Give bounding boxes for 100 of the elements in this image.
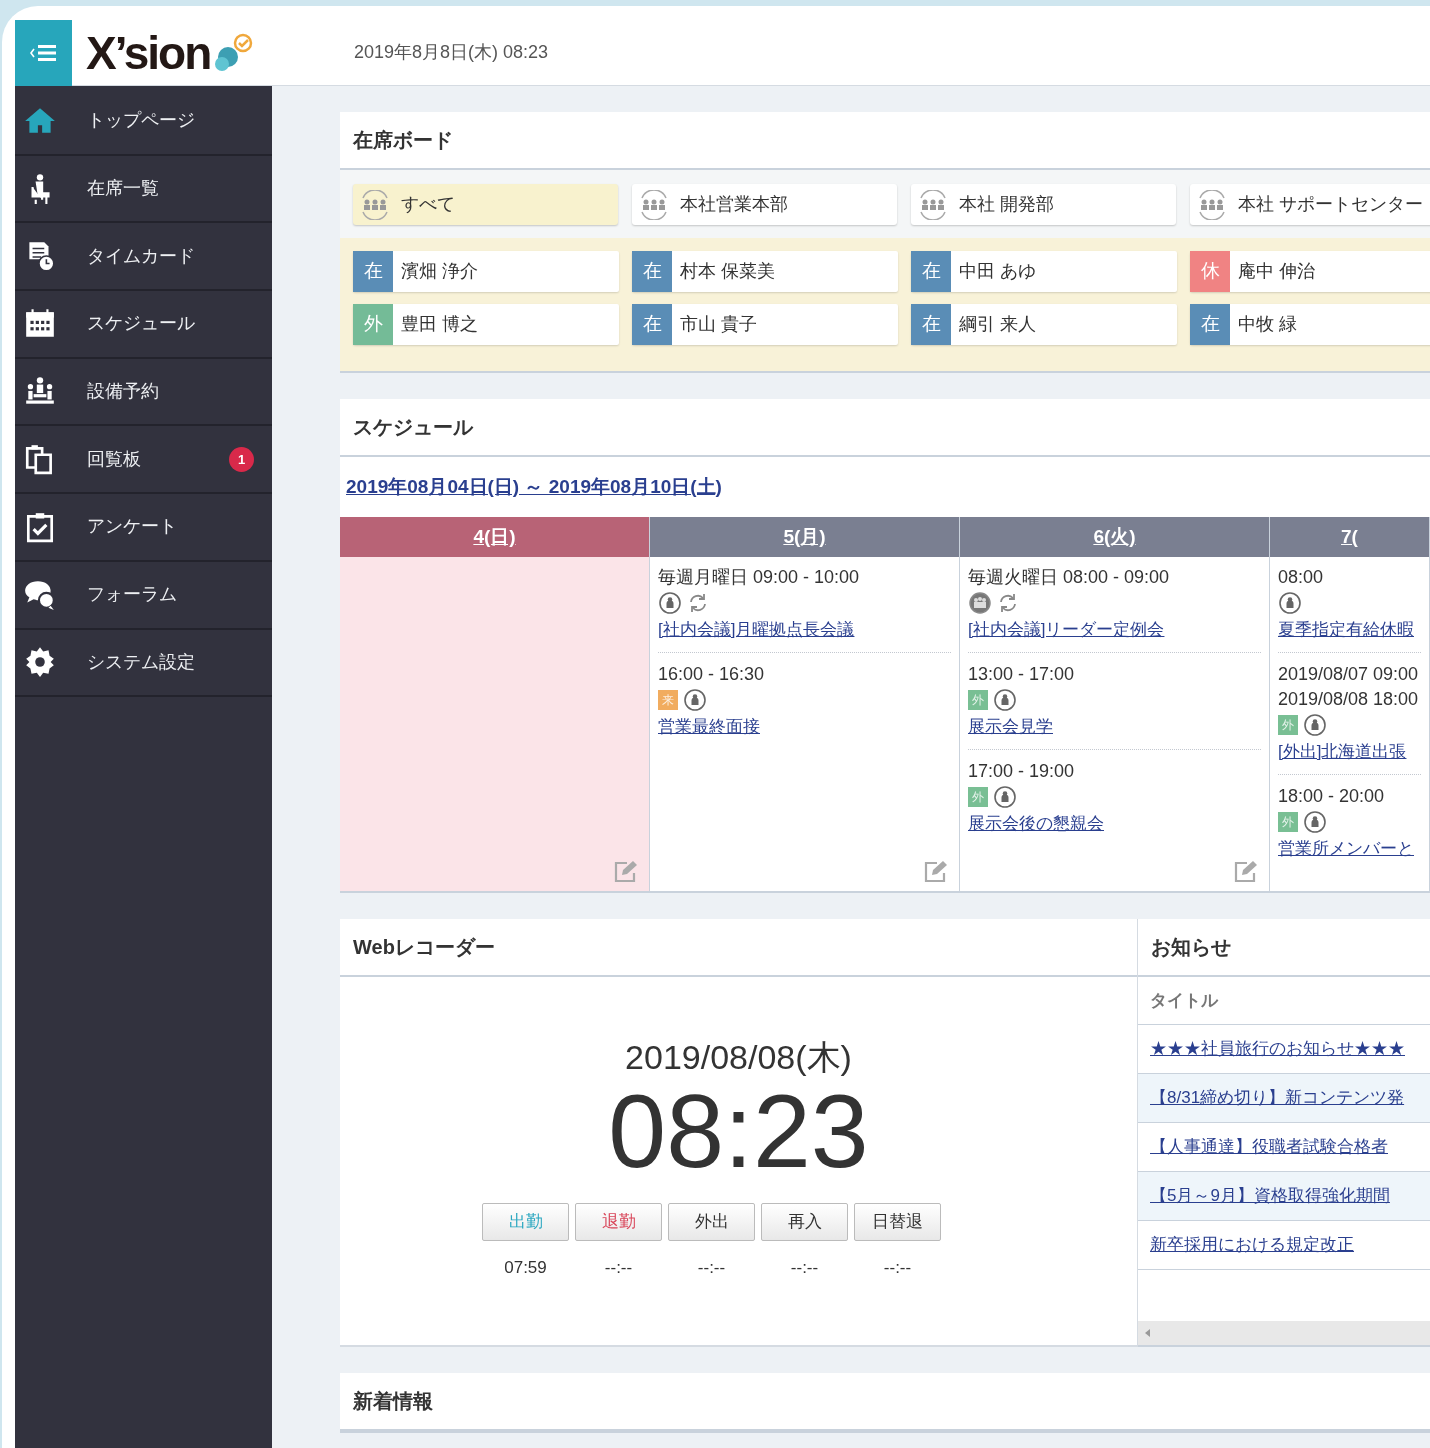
event-link[interactable]: [社内会議]リーダー定例会 [968,616,1261,644]
repeat-icon [687,592,709,614]
sidebar-item[interactable]: システム設定 [15,629,272,698]
panel-title: スケジュール [353,415,473,440]
day-link[interactable]: 7( [1341,522,1358,552]
count-badge: 1 [229,446,254,472]
sidebar-item[interactable]: タイムカード [15,223,272,292]
edit-button[interactable] [1233,859,1259,883]
person-icon [683,688,707,712]
recorder-clock: 08:23 [608,1081,869,1181]
panel-title: お知らせ [1151,935,1231,960]
member-card[interactable]: 休 庵中 伸治 [1190,251,1430,292]
member-name: 中田 あゆ [959,260,1036,283]
date-range-link[interactable]: 2019年08月04日(日) ～ 2019年08月10日(土) [346,472,722,502]
notice-link[interactable]: 新卒採用における規定改正 [1150,1232,1354,1258]
sidebar-item[interactable]: アンケート [15,494,272,562]
event-tag: 来 [658,690,678,710]
event-time: 18:00 - 20:00 [1278,785,1386,808]
current-datetime: 2019年8月8日(木) 08:23 [354,41,549,64]
panel-title: Webレコーダー [353,935,495,960]
punch-button[interactable]: 退勤 [575,1203,662,1241]
group-tab[interactable]: すべて [353,184,618,225]
punch-time: 07:59 [504,1257,547,1279]
member-card[interactable]: 在 中牧 緑 [1190,304,1430,345]
member-card[interactable]: 外 豊田 博之 [353,304,619,345]
column-header: タイトル [1150,989,1218,1012]
punch-button[interactable]: 外出 [668,1203,755,1241]
sidebar-item[interactable]: スケジュール [15,291,272,359]
sidebar-item[interactable]: トップページ [15,88,272,156]
logo-wordmark: X’sion [86,29,211,76]
edit-icon [613,859,639,883]
group-tab[interactable]: 本社 サポートセンター [1190,184,1430,225]
punch-button[interactable]: 再入 [761,1203,848,1241]
repeat-icon [997,592,1019,614]
menu-button[interactable] [15,19,72,86]
status-label: 在 [911,304,951,345]
event-time: 08:00 [1278,566,1325,589]
event-link[interactable]: 営業最終面接 [658,713,951,741]
member-card[interactable]: 在 市山 貴子 [632,304,898,345]
event-tag: 外 [968,690,988,710]
group-tab[interactable]: 本社営業本部 [632,184,897,225]
panel-title: 新着情報 [353,1389,433,1414]
status-label: 在 [632,251,672,292]
event-time: 2019/08/08 18:00 [1278,688,1420,711]
person-icon [658,591,682,615]
day-link[interactable]: 4(日) [473,522,516,552]
scroll-left-icon [1144,1328,1152,1338]
member-name: 市山 貴子 [680,313,757,336]
status-label: 外 [353,304,393,345]
event-tag: 外 [1278,812,1298,832]
member-name: 濱畑 浄介 [401,260,478,283]
edit-button[interactable] [613,859,639,883]
event-link[interactable]: 夏季指定有給休暇 [1278,616,1421,644]
punch-time: --:-- [790,1257,819,1279]
punch-time: --:-- [883,1257,912,1279]
person-icon [1278,591,1302,615]
punch-button[interactable]: 日替退 [854,1203,941,1241]
edit-button[interactable] [923,859,949,883]
person-icon [993,688,1017,712]
person-icon [1303,713,1327,737]
event-link[interactable]: 営業所メンバーと [1278,835,1421,863]
notice-link[interactable]: 【人事通達】役職者試験合格者 [1150,1134,1388,1160]
sidebar-item[interactable]: 回覧板 1 [15,426,272,495]
person-icon [1303,810,1327,834]
member-name: 豊田 博之 [401,313,478,336]
member-name: 中牧 緑 [1238,313,1297,336]
edit-icon [1233,859,1259,883]
member-card[interactable]: 在 綱引 来人 [911,304,1177,345]
member-name: 庵中 伸治 [1238,260,1315,283]
event-time: 毎週火曜日 08:00 - 09:00 [968,566,1171,589]
recorder-date: 2019/08/08(木) [625,1037,852,1078]
member-card[interactable]: 在 中田 あゆ [911,251,1177,292]
event-tag: 外 [1278,715,1298,735]
event-time: 毎週月曜日 09:00 - 10:00 [658,566,861,589]
group-attendee-icon [968,591,992,615]
status-label: 在 [1190,304,1230,345]
sidebar-item[interactable]: 在席一覧 [15,155,272,224]
edit-icon [923,859,949,883]
event-time: 13:00 - 17:00 [968,663,1076,686]
member-name: 村本 保菜美 [680,260,775,283]
panel-title: 在席ボード [353,128,453,153]
event-link[interactable]: 展示会見学 [968,713,1261,741]
day-link[interactable]: 5(月) [783,522,826,552]
horizontal-scrollbar[interactable] [1138,1321,1430,1345]
sidebar-item[interactable]: 設備予約 [15,358,272,427]
member-card[interactable]: 在 村本 保菜美 [632,251,898,292]
status-label: 在 [353,251,393,292]
member-card[interactable]: 在 濱畑 浄介 [353,251,619,292]
event-link[interactable]: [社内会議]月曜拠点長会議 [658,616,951,644]
status-label: 在 [911,251,951,292]
event-link[interactable]: 展示会後の懇親会 [968,810,1261,838]
event-time: 17:00 - 19:00 [968,760,1076,783]
event-time: 2019/08/07 09:00 [1278,663,1420,686]
sidebar-item[interactable]: フォーラム [15,561,272,630]
day-link[interactable]: 6(火) [1093,522,1136,552]
group-tab[interactable]: 本社 開発部 [911,184,1176,225]
notice-link[interactable]: ★★★社員旅行のお知らせ★★★ [1150,1036,1405,1062]
status-label: 休 [1190,251,1230,292]
event-link[interactable]: [外出]北海道出張 [1278,738,1421,766]
event-tag: 外 [968,787,988,807]
